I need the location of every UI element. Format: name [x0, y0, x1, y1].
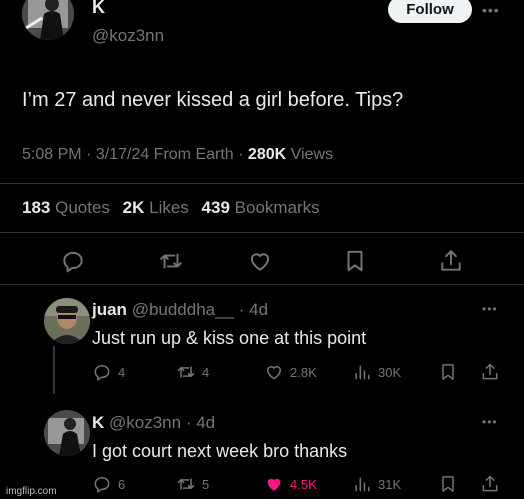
share-icon[interactable]	[480, 474, 500, 494]
reply-retweet-action[interactable]: 5	[176, 474, 209, 494]
likes-count: 2K	[122, 198, 145, 217]
views-count: 31K	[378, 476, 402, 492]
share-icon[interactable]	[480, 362, 500, 382]
reply-like-action[interactable]: 4.5K	[264, 474, 317, 494]
bookmarks-label: Bookmarks	[234, 198, 320, 217]
divider	[0, 232, 524, 233]
reply-views-action[interactable]: 30K	[352, 362, 401, 382]
bookmark-icon[interactable]	[438, 362, 458, 382]
share-icon[interactable]	[438, 248, 464, 274]
views-icon	[352, 474, 372, 494]
retweet-icon[interactable]	[158, 248, 184, 274]
views-label: Views	[290, 146, 334, 163]
like-icon[interactable]	[247, 248, 273, 274]
like-icon-active	[264, 474, 284, 494]
engagement-stats: 183 Quotes 2K Likes 439 Bookmarks	[22, 198, 328, 218]
thread-line	[53, 346, 55, 394]
likes-label: Likes	[149, 198, 189, 217]
quotes-label: Quotes	[55, 198, 110, 217]
reply-age[interactable]: 4d	[249, 300, 268, 319]
author-name[interactable]: K	[92, 0, 105, 18]
follow-button[interactable]: Follow	[388, 0, 472, 23]
bookmarks-stat[interactable]: 439 Bookmarks	[202, 198, 328, 217]
retweet-icon	[176, 362, 196, 382]
reply-text: I got court next week bro thanks	[92, 441, 348, 461]
reply-reply-action[interactable]: 6	[92, 474, 125, 494]
more-options-icon[interactable]: •••	[482, 415, 498, 429]
reply-header: K @koz3nn · 4d	[92, 413, 215, 433]
like-count: 2.8K	[290, 364, 317, 380]
reply-header: juan @budddha__ · 4d	[92, 300, 268, 320]
reply-author-handle[interactable]: @koz3nn	[109, 413, 181, 432]
tweet-date[interactable]: 3/17/24	[96, 146, 149, 163]
reply-icon[interactable]	[60, 248, 86, 274]
retweet-count: 4	[202, 364, 210, 380]
reply-retweet-action[interactable]: 4	[176, 362, 209, 382]
more-options-icon[interactable]: •••	[482, 2, 500, 18]
reply-views-action[interactable]: 31K	[352, 474, 401, 494]
author-avatar[interactable]	[22, 0, 74, 40]
reply-author-handle[interactable]: @budddha__	[132, 300, 234, 319]
likes-stat[interactable]: 2K Likes	[123, 198, 197, 217]
reply-author-name[interactable]: K	[92, 413, 104, 432]
quotes-count: 183	[22, 198, 51, 217]
reply-avatar[interactable]	[44, 410, 90, 456]
reply-avatar[interactable]	[44, 298, 90, 344]
views-count: 30K	[378, 364, 402, 380]
meta-separator: ·	[238, 146, 248, 163]
meta-separator: ·	[234, 300, 250, 319]
bookmarks-count: 439	[201, 198, 230, 217]
like-count: 4.5K	[290, 476, 317, 492]
tweet-text: I’m 27 and never kissed a girl before. T…	[22, 89, 404, 111]
reply-icon	[92, 362, 112, 382]
retweet-icon	[176, 474, 196, 494]
reply-age[interactable]: 4d	[196, 413, 215, 432]
views-icon	[352, 362, 372, 382]
reply-text: Just run up & kiss one at this point	[92, 328, 367, 348]
bookmark-icon[interactable]	[342, 248, 368, 274]
reply-like-action[interactable]: 2.8K	[264, 362, 317, 382]
tweet-meta: 5:08 PM · 3/17/24 From Earth · 280K View…	[22, 146, 333, 164]
bookmark-icon[interactable]	[438, 474, 458, 494]
divider	[0, 284, 524, 285]
meta-separator: ·	[181, 413, 197, 432]
author-handle[interactable]: @koz3nn	[92, 26, 164, 46]
divider	[0, 183, 524, 184]
reply-icon	[92, 474, 112, 494]
reply-reply-action[interactable]: 4	[92, 362, 125, 382]
meta-separator: ·	[86, 146, 96, 163]
reply-author-name[interactable]: juan	[92, 300, 127, 319]
reply-count: 6	[118, 476, 126, 492]
quotes-stat[interactable]: 183 Quotes	[22, 198, 118, 217]
reply-count: 4	[118, 364, 126, 380]
watermark: imgflip.com	[6, 486, 57, 497]
more-options-icon[interactable]: •••	[482, 302, 498, 316]
retweet-count: 5	[202, 476, 210, 492]
like-icon	[264, 362, 284, 382]
views-count: 280K	[247, 146, 287, 163]
tweet-time[interactable]: 5:08 PM	[22, 146, 82, 163]
tweet-source: From Earth	[153, 146, 234, 163]
